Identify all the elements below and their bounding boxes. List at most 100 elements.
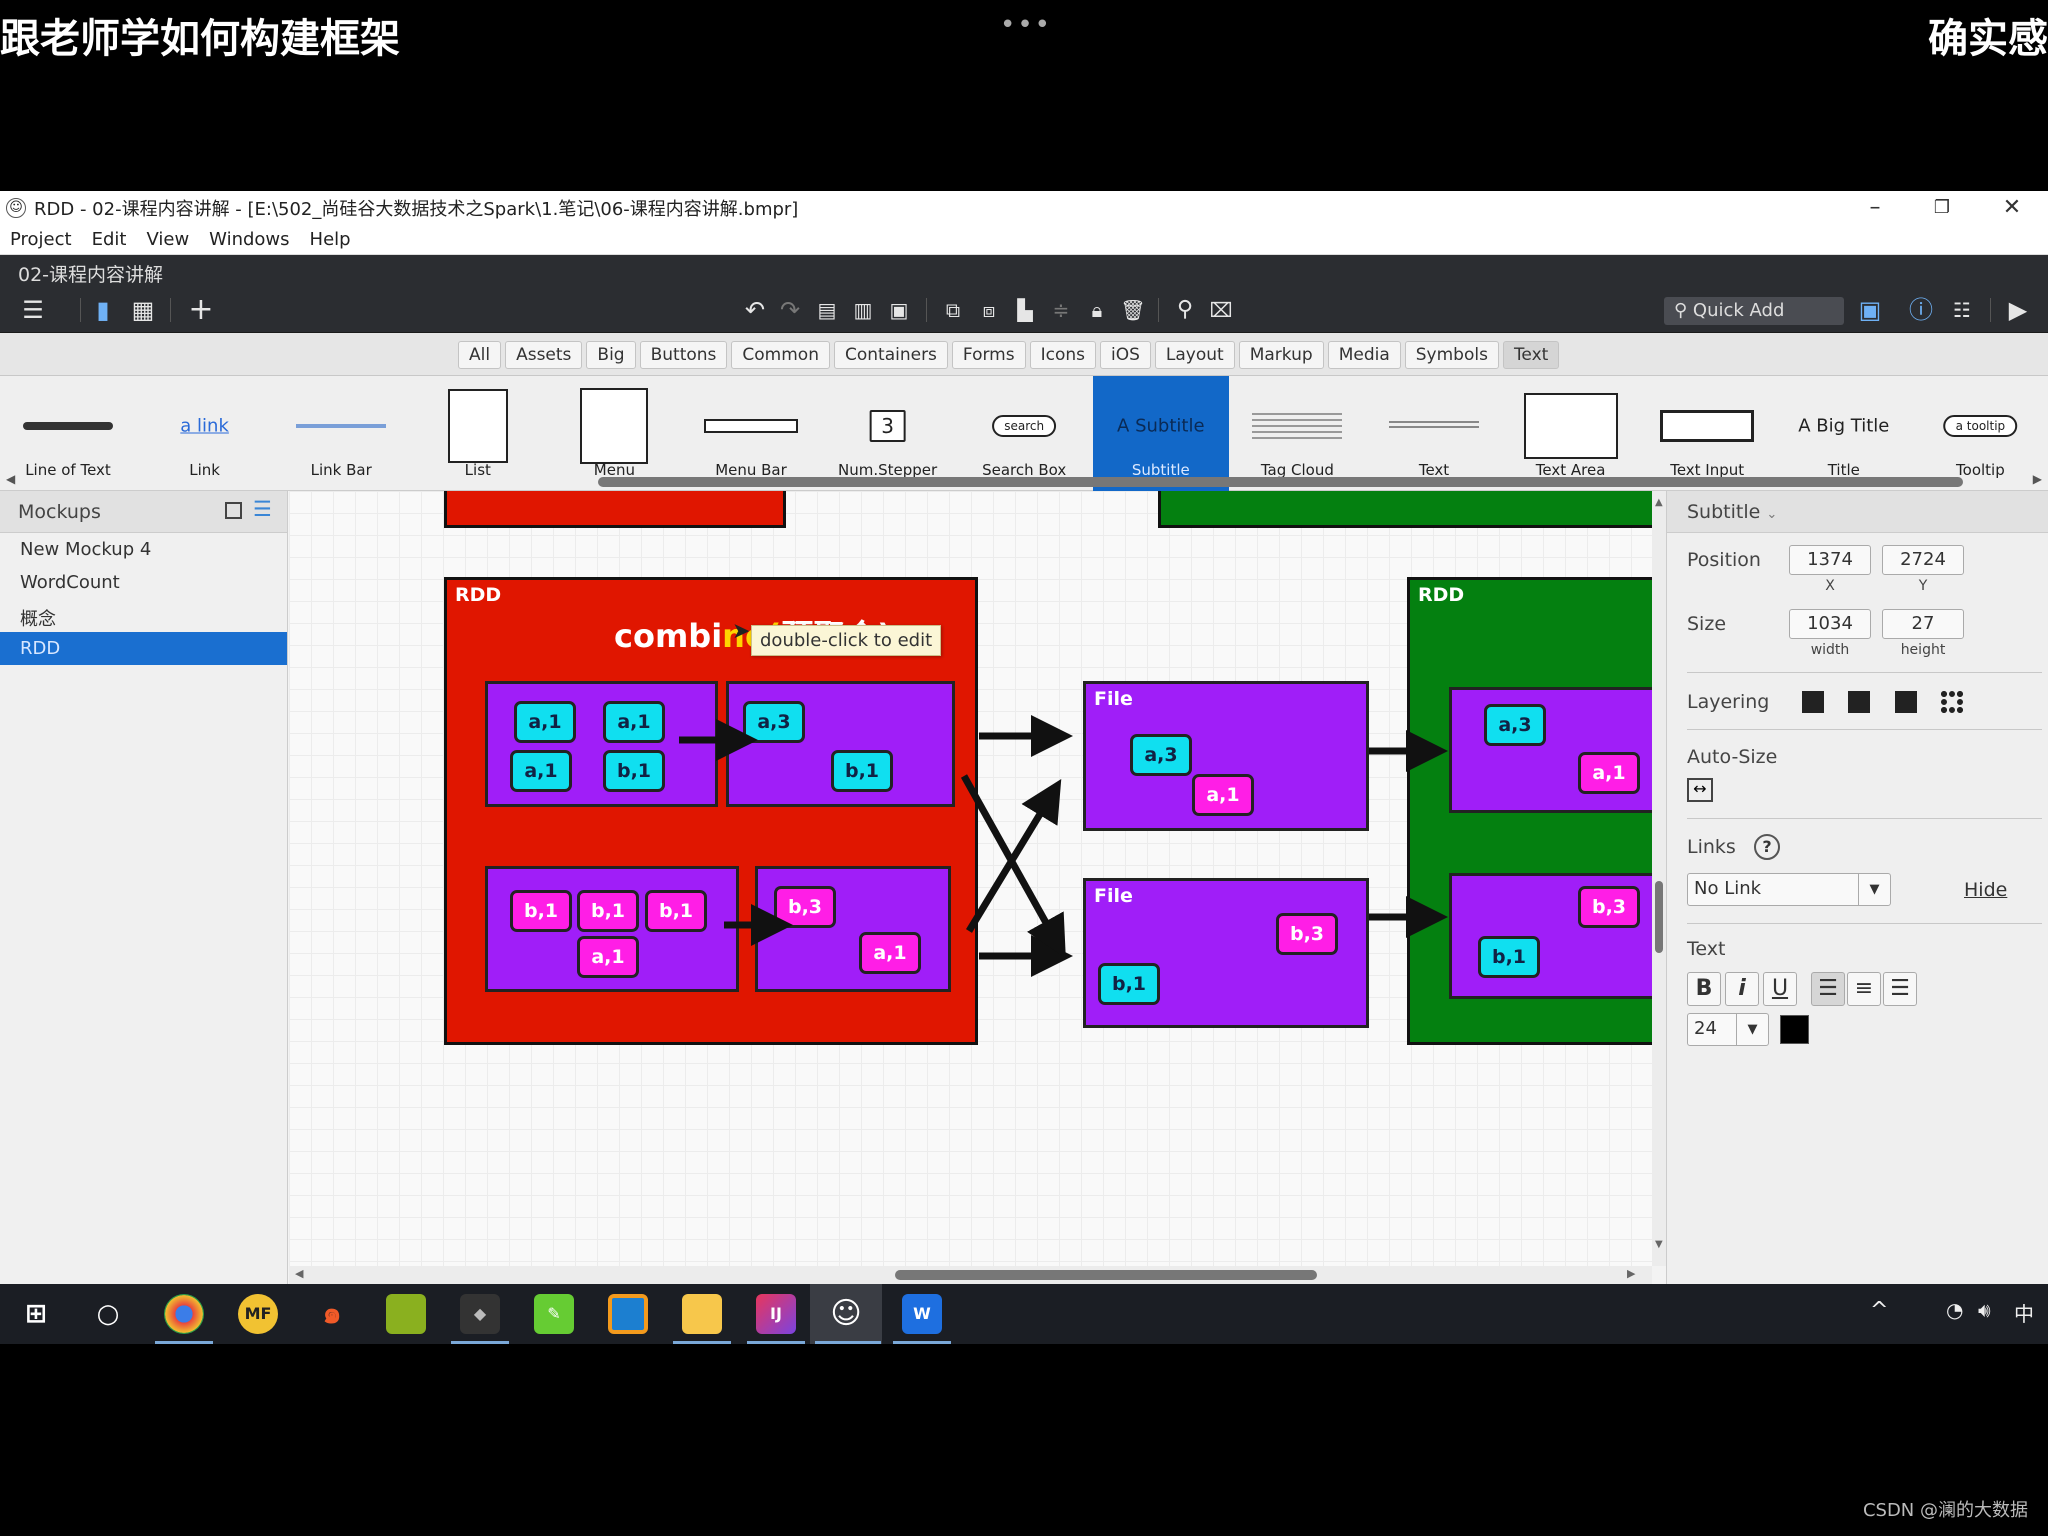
mockup-list-item[interactable]: RDD — [0, 632, 287, 665]
hamburger-menu-icon[interactable]: ☰ — [18, 294, 48, 326]
balsamiq-icon[interactable]: ☺ — [826, 1294, 866, 1334]
undo-icon[interactable]: ↶ — [740, 294, 770, 326]
canvas-horizontal-scrollbar[interactable]: ◀ ▶ — [289, 1266, 1652, 1284]
category-tab-icons[interactable]: Icons — [1029, 341, 1097, 369]
mf-app-icon[interactable]: MF — [238, 1294, 278, 1334]
align-left-button[interactable]: ☰ — [1811, 972, 1845, 1006]
category-tab-text[interactable]: Text — [1502, 341, 1560, 369]
clear-icon[interactable]: ⌧ — [1206, 294, 1236, 326]
cut-icon[interactable]: ▤ — [812, 294, 842, 326]
info-icon[interactable]: ⓘ — [1906, 294, 1936, 326]
palette-item-text-input[interactable]: Text Input — [1639, 376, 1775, 491]
chrome-icon[interactable] — [164, 1294, 204, 1334]
palette-item-menu-bar[interactable]: Menu Bar — [683, 376, 819, 491]
redo-icon[interactable]: ↷ — [775, 294, 805, 326]
menu-edit[interactable]: Edit — [92, 229, 127, 250]
category-tab-media[interactable]: Media — [1327, 341, 1401, 369]
autosize-width-icon[interactable]: ↔ — [1687, 778, 1713, 802]
cortana-search-icon[interactable]: ○ — [88, 1294, 128, 1334]
mockup-list-item[interactable]: New Mockup 4 — [0, 533, 287, 566]
font-size-select[interactable]: 24 ▼ — [1687, 1013, 1769, 1046]
green-app-icon[interactable] — [386, 1294, 426, 1334]
start-windows-icon[interactable]: ⊞ — [16, 1294, 56, 1334]
hide-link[interactable]: Hide — [1964, 879, 2007, 901]
category-tab-symbols[interactable]: Symbols — [1404, 341, 1499, 369]
category-tab-forms[interactable]: Forms — [951, 341, 1026, 369]
more-options-dots[interactable]: ••• — [1000, 10, 1052, 40]
copy-icon[interactable]: ▥ — [848, 294, 878, 326]
close-button[interactable]: ✕ — [1982, 191, 2042, 225]
category-tab-big[interactable]: Big — [586, 341, 636, 369]
find-icon[interactable]: ⚲ — [1170, 294, 1200, 326]
category-tab-layout[interactable]: Layout — [1154, 341, 1235, 369]
ime-language[interactable]: 中 — [2014, 1298, 2034, 1327]
ui-library-icon[interactable]: ▣ — [1855, 294, 1885, 326]
palette-item-search-box[interactable]: search Search Box — [956, 376, 1092, 491]
palette-item-text-area[interactable]: Text Area — [1503, 376, 1639, 491]
category-tab-markup[interactable]: Markup — [1238, 341, 1324, 369]
palette-scrollbar[interactable] — [598, 477, 1963, 487]
lock-icon[interactable]: 🔒︎ — [1082, 294, 1112, 326]
position-y-input[interactable]: 2724 — [1882, 545, 1964, 575]
canvas-vertical-scrollbar[interactable]: ▲ ▼ — [1652, 491, 1666, 1266]
group-icon[interactable]: ⧉ — [938, 294, 968, 326]
quick-add-input[interactable]: ⚲ Quick Add — [1664, 297, 1844, 325]
volume-icon[interactable]: 🔊︎ — [1978, 1298, 1991, 1322]
palette-item-title[interactable]: A Big Title Title — [1776, 376, 1912, 491]
network-icon[interactable]: ◔ — [1946, 1298, 1963, 1322]
palette-item-num-stepper[interactable]: 3 Num.Stepper — [820, 376, 956, 491]
trash-icon[interactable]: 🗑︎ — [1118, 294, 1148, 326]
vscroll-thumb[interactable] — [1655, 881, 1663, 953]
tray-expand-icon[interactable]: ^ — [1870, 1298, 1888, 1323]
notepad-app-icon[interactable]: ✎ — [534, 1294, 574, 1334]
category-tab-assets[interactable]: Assets — [505, 341, 583, 369]
vmware-icon[interactable] — [608, 1294, 648, 1334]
add-mockup-icon[interactable]: + — [186, 294, 216, 326]
palette-item-menu[interactable]: Menu — [546, 376, 682, 491]
link-select[interactable]: No Link ▼ — [1687, 873, 1891, 906]
palette-item-list[interactable]: List — [410, 376, 546, 491]
scroll-right-icon[interactable]: ▶ — [2033, 472, 2042, 486]
align-center-button[interactable]: ≡ — [1847, 972, 1881, 1006]
send-to-back-icon[interactable] — [1941, 691, 1963, 713]
bold-button[interactable]: B — [1687, 972, 1721, 1006]
mockup-list-item[interactable]: 概念 — [0, 599, 287, 632]
minimize-button[interactable]: – — [1845, 191, 1905, 225]
bring-forward-icon[interactable] — [1848, 691, 1870, 713]
italic-button[interactable]: i — [1725, 972, 1759, 1006]
bring-to-front-icon[interactable] — [1802, 691, 1824, 713]
palette-item-tooltip[interactable]: a tooltip Tooltip — [1912, 376, 2048, 491]
hscroll-thumb[interactable] — [895, 1270, 1317, 1280]
category-tab-ios[interactable]: iOS — [1100, 341, 1151, 369]
restore-button[interactable]: ❐ — [1912, 191, 1972, 225]
arrange-icon[interactable]: ▙ — [1010, 294, 1040, 326]
properties-list-icon[interactable]: ☷ — [1947, 294, 1977, 326]
list-view-icon[interactable]: ☰ — [253, 497, 272, 521]
scroll-left-icon[interactable]: ◀ — [6, 472, 15, 486]
ungroup-icon[interactable]: ⧈ — [974, 294, 1004, 326]
category-tab-common[interactable]: Common — [731, 341, 830, 369]
wps-icon[interactable]: W — [902, 1294, 942, 1334]
palette-item-tag-cloud[interactable]: Tag Cloud — [1229, 376, 1365, 491]
snail-app-icon[interactable]: ๑ — [312, 1294, 352, 1334]
palette-item-line-of-text[interactable]: Line of Text — [0, 376, 136, 491]
palette-item-text[interactable]: Text — [1366, 376, 1502, 491]
send-backward-icon[interactable] — [1895, 691, 1917, 713]
grid-view-icon[interactable]: ▦ — [128, 294, 158, 326]
thumbnail-view-icon[interactable] — [225, 502, 242, 519]
palette-item-link[interactable]: a link Link — [137, 376, 273, 491]
palette-item-subtitle[interactable]: A Subtitle Subtitle — [1092, 376, 1229, 491]
category-tab-containers[interactable]: Containers — [833, 341, 948, 369]
presentation-play-icon[interactable]: ▶ — [2003, 294, 2033, 326]
align-right-button[interactable]: ☰ — [1883, 972, 1917, 1006]
menu-view[interactable]: View — [146, 229, 189, 250]
paste-icon[interactable]: ▣ — [884, 294, 914, 326]
align-icon[interactable]: ≑ — [1046, 294, 1076, 326]
palette-item-link-bar[interactable]: Link Bar — [273, 376, 409, 491]
menu-help[interactable]: Help — [310, 229, 351, 250]
width-input[interactable]: 1034 — [1789, 609, 1871, 639]
properties-header[interactable]: Subtitle ⌄ — [1667, 491, 2048, 533]
underline-button[interactable]: U — [1763, 972, 1797, 1006]
height-input[interactable]: 27 — [1882, 609, 1964, 639]
intellij-icon[interactable]: IJ — [756, 1294, 796, 1334]
